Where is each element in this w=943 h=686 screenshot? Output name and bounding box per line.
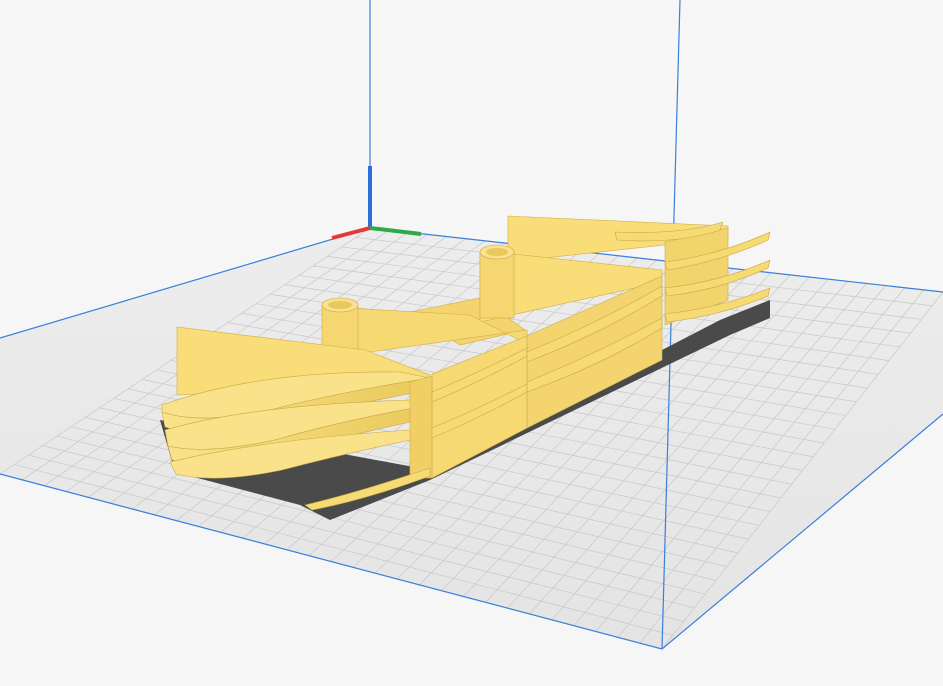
model-post-right <box>479 244 515 319</box>
model-front-right-face <box>409 375 433 479</box>
axis-gizmo-icon <box>331 166 422 240</box>
3d-viewport[interactable] <box>0 0 943 686</box>
scene-canvas[interactable] <box>0 0 943 686</box>
